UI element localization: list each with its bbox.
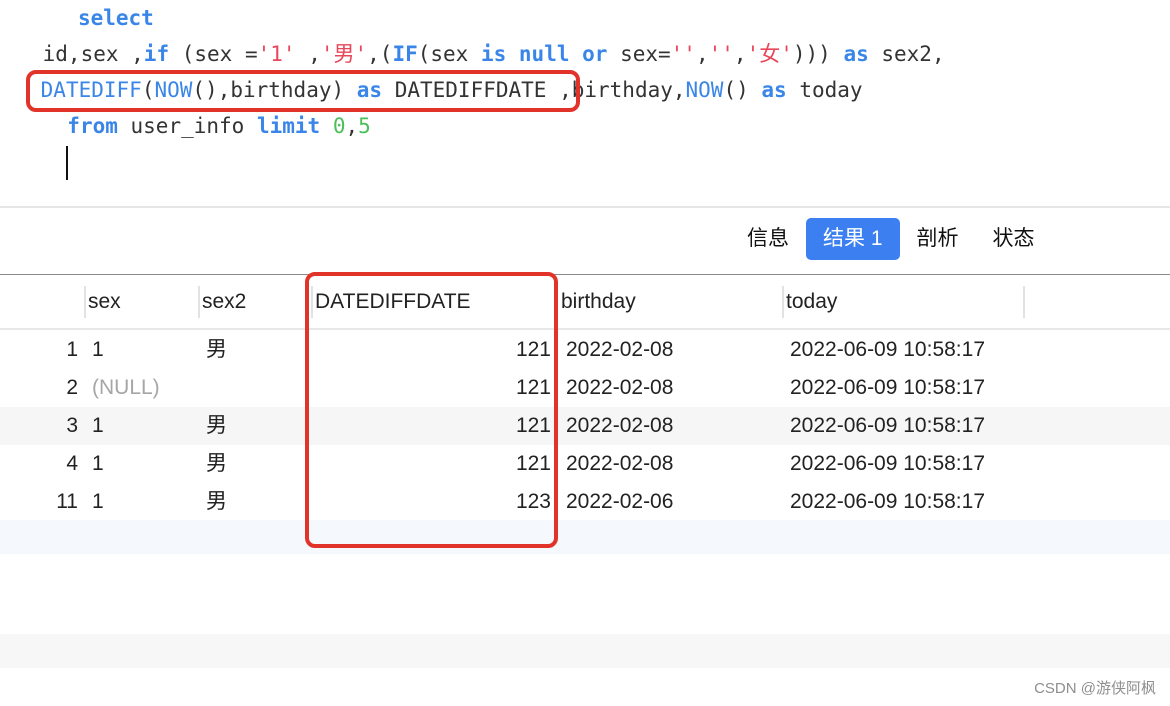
birthday-cell[interactable]: 2022-02-08 bbox=[566, 407, 673, 445]
table-row[interactable]: 4 1 男 121 2022-02-08 2022-06-09 10:58:17 bbox=[0, 445, 1170, 483]
row-number-cell[interactable]: 2 bbox=[0, 369, 78, 407]
today-cell[interactable]: 2022-06-09 10:58:17 bbox=[790, 369, 985, 407]
code-token: NOW bbox=[685, 78, 724, 102]
row-number-cell[interactable]: 4 bbox=[0, 445, 78, 483]
code-token: (sex bbox=[417, 42, 481, 66]
code-token: or bbox=[582, 42, 608, 66]
sql-editor[interactable]: select id,sex ,if (sex ='1' ,'男',(IF(sex… bbox=[0, 0, 1170, 206]
code-token: limit bbox=[256, 114, 321, 138]
code-line-4: from user_info limit 0,5 bbox=[42, 108, 371, 144]
code-token: '1' bbox=[257, 42, 296, 66]
column-separator[interactable] bbox=[1023, 286, 1025, 318]
code-token: 5 bbox=[358, 114, 371, 138]
sex-cell[interactable]: 1 bbox=[92, 331, 104, 369]
code-token: '男' bbox=[320, 42, 368, 66]
watermark: CSDN @游侠阿枫 bbox=[1034, 680, 1156, 697]
sex2-cell[interactable]: 男 bbox=[206, 331, 227, 369]
table-row[interactable]: 11 1 男 123 2022-02-06 2022-06-09 10:58:17 bbox=[0, 483, 1170, 521]
column-header-today[interactable]: today bbox=[782, 276, 1024, 328]
code-token: '' bbox=[670, 42, 696, 66]
code-token: ))) bbox=[792, 42, 844, 66]
code-token: 0 bbox=[332, 114, 346, 138]
code-token: if bbox=[143, 42, 170, 66]
birthday-cell[interactable]: 2022-02-08 bbox=[566, 445, 673, 483]
code-token: ,( bbox=[367, 42, 393, 66]
tab-profile[interactable]: 剖析 bbox=[900, 218, 976, 260]
sex2-cell[interactable]: 男 bbox=[206, 407, 227, 445]
code-token: '' bbox=[708, 42, 734, 66]
code-token: select bbox=[77, 6, 154, 30]
editor-divider bbox=[0, 206, 1170, 208]
table-row[interactable]: 3 1 男 121 2022-02-08 2022-06-09 10:58:17 bbox=[0, 407, 1170, 445]
column-header-sex2[interactable]: sex2 bbox=[198, 276, 312, 328]
table-header: sex sex2 DATEDIFFDATE birthday today bbox=[0, 276, 1170, 330]
today-cell[interactable]: 2022-06-09 10:58:17 bbox=[790, 331, 985, 369]
table-row[interactable]: 2 (NULL) 121 2022-02-08 2022-06-09 10:58:17 bbox=[0, 369, 1170, 407]
empty-row-selected bbox=[0, 520, 1170, 554]
result-tabs: 信息 结果 1 剖析 状态 bbox=[730, 218, 1052, 260]
grid-top-border bbox=[0, 274, 1170, 275]
column-header-sex[interactable]: sex bbox=[84, 276, 198, 328]
code-token: () bbox=[723, 78, 762, 102]
tab-result-1[interactable]: 结果 1 bbox=[806, 218, 900, 260]
today-cell[interactable]: 2022-06-09 10:58:17 bbox=[790, 407, 985, 445]
birthday-cell[interactable]: 2022-02-08 bbox=[566, 369, 673, 407]
sex2-cell[interactable]: 男 bbox=[206, 483, 227, 521]
code-token: id,sex , bbox=[30, 42, 144, 66]
code-line-2: id,sex ,if (sex ='1' ,'男',(IF(sex is nul… bbox=[30, 36, 945, 72]
code-token: , bbox=[345, 114, 359, 138]
code-token: today bbox=[786, 78, 863, 102]
sex-cell[interactable]: 1 bbox=[92, 483, 104, 521]
code-token: sex= bbox=[607, 42, 671, 66]
code-token: '女' bbox=[746, 42, 793, 66]
code-token: (sex = bbox=[169, 42, 258, 66]
column-header-birthday[interactable]: birthday bbox=[557, 276, 783, 328]
sex-cell[interactable]: 1 bbox=[92, 445, 104, 483]
tab-status[interactable]: 状态 bbox=[976, 218, 1052, 260]
text-cursor bbox=[66, 146, 68, 180]
code-token: , bbox=[295, 42, 321, 66]
code-token: null bbox=[518, 42, 570, 66]
code-token: as bbox=[843, 42, 869, 66]
empty-row bbox=[0, 634, 1170, 668]
code-line-1: select bbox=[40, 0, 154, 36]
code-token: as bbox=[761, 78, 787, 102]
birthday-cell[interactable]: 2022-02-08 bbox=[566, 331, 673, 369]
code-token: , bbox=[695, 42, 709, 66]
code-token: sex2, bbox=[868, 42, 945, 66]
sex2-cell[interactable]: 男 bbox=[206, 445, 227, 483]
row-number-cell[interactable]: 1 bbox=[0, 331, 78, 369]
code-token: user_info bbox=[117, 114, 257, 138]
birthday-cell[interactable]: 2022-02-06 bbox=[566, 483, 673, 521]
row-number-cell[interactable]: 3 bbox=[0, 407, 78, 445]
today-cell[interactable]: 2022-06-09 10:58:17 bbox=[790, 445, 985, 483]
code-token: , bbox=[733, 42, 747, 66]
code-token: is bbox=[480, 42, 507, 66]
highlight-box-datediff-expression bbox=[26, 70, 580, 112]
code-token: IF bbox=[392, 42, 418, 66]
row-number-cell[interactable]: 11 bbox=[0, 483, 78, 521]
sex-cell[interactable]: 1 bbox=[92, 407, 104, 445]
table-row[interactable]: 1 1 男 121 2022-02-08 2022-06-09 10:58:17 bbox=[0, 331, 1170, 369]
today-cell[interactable]: 2022-06-09 10:58:17 bbox=[790, 483, 985, 521]
highlight-box-datediffdate-column bbox=[305, 272, 558, 548]
tab-info[interactable]: 信息 bbox=[730, 218, 806, 260]
code-token: from bbox=[67, 114, 118, 138]
sex-cell[interactable]: (NULL) bbox=[92, 369, 160, 407]
